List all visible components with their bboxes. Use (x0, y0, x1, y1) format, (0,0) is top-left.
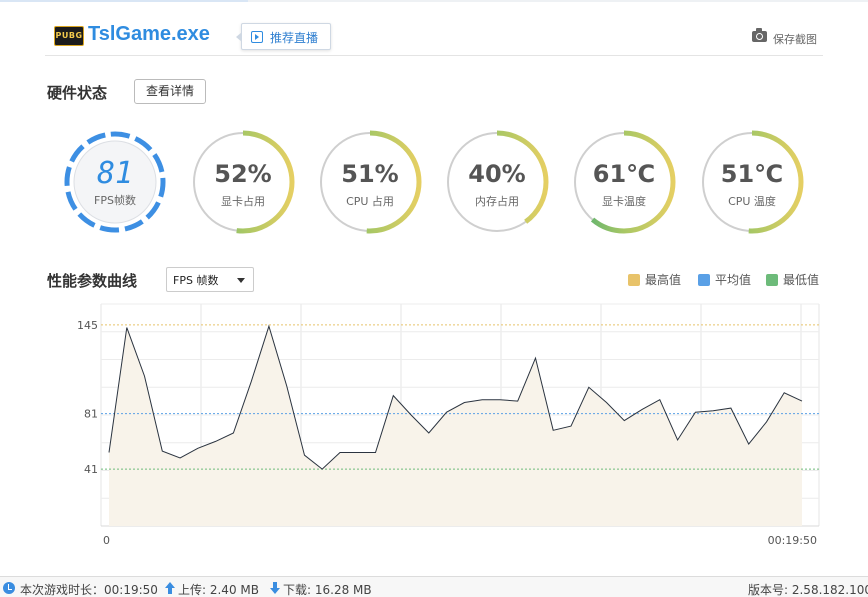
header: PUBG TslGame.exe 推荐直播 保存截图 (45, 16, 823, 56)
save-screenshot-button[interactable]: 保存截图 (752, 28, 817, 46)
cpu-temp-gauge: 51℃ CPU 温度 (700, 130, 804, 234)
legend-max-swatch (628, 274, 640, 286)
memory-usage-label: 内存占用 (475, 195, 519, 208)
cpu-usage-gauge: 51% CPU 占用 (318, 130, 422, 234)
performance-curve-title: 性能参数曲线 (47, 272, 138, 290)
top-border-accent (0, 0, 248, 2)
gpu-temp-label: 显卡温度 (602, 195, 646, 208)
memory-usage-value: 40% (468, 160, 526, 188)
legend-avg-label: 平均值 (715, 273, 752, 287)
legend-min: 最低值 (766, 273, 819, 287)
cpu-temp-value: 51℃ (720, 160, 784, 188)
cpu-temp-label: CPU 温度 (728, 195, 776, 208)
legend-max: 最高值 (628, 273, 681, 287)
upload-size: 上传: 2.40 MB (178, 583, 259, 597)
recommend-live-label: 推荐直播 (270, 31, 319, 45)
status-bar: 本次游戏时长：00:19:50 上传: 2.40 MB 下载: 16.28 MB… (0, 576, 868, 597)
fps-value: 81 (96, 156, 134, 191)
gpu-usage-label: 显卡占用 (221, 195, 265, 208)
metric-select-value: FPS 帧数 (173, 274, 219, 287)
play-duration: 本次游戏时长：00:19:50 (20, 583, 158, 597)
cpu-usage-label: CPU 占用 (346, 195, 394, 208)
hardware-status-title: 硬件状态 (47, 84, 108, 102)
fps-gauge: 81 FPS帧数 (63, 130, 167, 234)
fps-label: FPS帧数 (94, 194, 136, 207)
legend-max-label: 最高值 (645, 273, 682, 287)
fps-chart: 145 81 41 0 00:19:50 (77, 303, 820, 547)
y-tick-label: 81 (84, 408, 98, 421)
upload-arrow-icon (165, 582, 175, 594)
legend-min-label: 最低值 (783, 273, 820, 287)
download-size: 下载: 16.28 MB (283, 583, 372, 597)
x-start-label: 0 (103, 534, 110, 547)
metric-select[interactable]: FPS 帧数 (166, 267, 254, 292)
recommend-live-button[interactable]: 推荐直播 (236, 23, 331, 50)
chevron-down-icon (237, 278, 245, 283)
app-title: TslGame.exe (88, 23, 210, 45)
clock-icon (3, 582, 15, 594)
pubg-logo-icon: PUBG (54, 26, 84, 46)
live-video-icon (251, 31, 263, 43)
view-details-button[interactable]: 查看详情 (134, 79, 206, 104)
memory-usage-gauge: 40% 内存占用 (445, 130, 549, 234)
download-arrow-icon (270, 582, 280, 594)
y-tick-label: 145 (77, 319, 98, 332)
gpu-usage-value: 52% (214, 160, 272, 188)
cpu-usage-value: 51% (341, 160, 399, 188)
camera-icon (752, 28, 767, 42)
save-screenshot-label: 保存截图 (773, 33, 817, 46)
gpu-temp-gauge: 61℃ 显卡温度 (572, 130, 676, 234)
x-end-label: 00:19:50 (768, 534, 817, 547)
legend-avg-swatch (698, 274, 710, 286)
gpu-usage-gauge: 52% 显卡占用 (191, 130, 295, 234)
version-number: 版本号: 2.58.182.100 (748, 583, 868, 597)
y-tick-label: 41 (84, 463, 98, 476)
gpu-temp-value: 61℃ (592, 160, 656, 188)
legend-min-swatch (766, 274, 778, 286)
legend-avg: 平均值 (698, 273, 751, 287)
